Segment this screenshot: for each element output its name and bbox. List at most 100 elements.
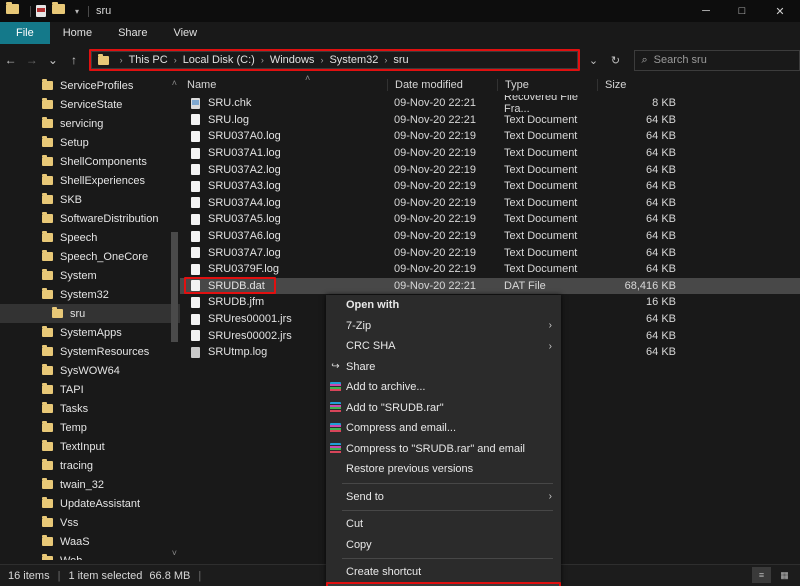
sidebar-item-textinput[interactable]: TextInput xyxy=(0,437,180,456)
column-header-name[interactable]: Name ˄ xyxy=(180,79,387,91)
path-dropdown-icon[interactable]: ⌄ xyxy=(582,48,604,72)
context-menu-item-add-to-srudb-rar[interactable]: Add to "SRUDB.rar" xyxy=(326,398,561,419)
view-large-icons-button[interactable]: ▦ xyxy=(775,567,794,583)
table-row[interactable]: SRU037A1.log09-Nov-20 22:19Text Document… xyxy=(180,145,800,162)
tab-view[interactable]: View xyxy=(160,22,210,44)
view-details-button[interactable]: ≡ xyxy=(752,567,771,583)
sidebar-item-systemresources[interactable]: SystemResources xyxy=(0,342,180,361)
file-date-cell: 09-Nov-20 22:21 xyxy=(387,280,497,292)
quick-access-chevron-down-icon[interactable]: ▾ xyxy=(75,7,79,16)
context-menu-item-cut[interactable]: Cut xyxy=(326,514,561,535)
tab-home[interactable]: Home xyxy=(50,22,105,44)
sidebar-item-twain-32[interactable]: twain_32 xyxy=(0,475,180,494)
sidebar-item-serviceprofiles[interactable]: ServiceProfiles xyxy=(0,76,180,95)
search-input[interactable]: ⌕ Search sru xyxy=(634,50,800,71)
breadcrumb[interactable]: › This PC › Local Disk (C:) › Windows › … xyxy=(91,51,579,69)
sidebar-scroll-up-icon[interactable]: ˄ xyxy=(172,78,177,88)
sidebar-item-speech-onecore[interactable]: Speech_OneCore xyxy=(0,247,180,266)
context-menu-item-share[interactable]: ↪Share xyxy=(326,357,561,378)
sidebar-item-vss[interactable]: Vss xyxy=(0,513,180,532)
table-row[interactable]: SRU037A0.log09-Nov-20 22:19Text Document… xyxy=(180,128,800,145)
sidebar-item-skb[interactable]: SKB xyxy=(0,190,180,209)
file-icon xyxy=(191,181,200,192)
table-row[interactable]: SRU0379F.log09-Nov-20 22:19Text Document… xyxy=(180,261,800,278)
sidebar-item-sru[interactable]: sru xyxy=(0,304,180,323)
context-menu-item-open-with[interactable]: Open with xyxy=(326,295,561,316)
sidebar-item-servicing[interactable]: servicing xyxy=(0,114,180,133)
sidebar-scroll-down-icon[interactable]: ˅ xyxy=(172,548,177,558)
context-menu-item-delete[interactable]: Delete xyxy=(326,583,561,586)
recent-locations-button[interactable]: ⌄ xyxy=(42,48,63,72)
context-menu[interactable]: Open with7-Zip›CRC SHA›↪Share Add to arch… xyxy=(326,295,561,586)
sidebar-item-tapi[interactable]: TAPI xyxy=(0,380,180,399)
table-row[interactable]: SRU037A3.log09-Nov-20 22:19Text Document… xyxy=(180,178,800,195)
sidebar-scrollbar-thumb[interactable] xyxy=(171,232,178,342)
context-menu-item-copy[interactable]: Copy xyxy=(326,535,561,556)
sidebar-item-systemapps[interactable]: SystemApps xyxy=(0,323,180,342)
table-row[interactable]: SRU037A2.log09-Nov-20 22:19Text Document… xyxy=(180,161,800,178)
context-menu-item-compress-to-srudb-rar-and-email[interactable]: Compress to "SRUDB.rar" and email xyxy=(326,439,561,460)
file-name-cell: SRU.chk xyxy=(180,97,387,109)
context-menu-item-crc-sha[interactable]: CRC SHA› xyxy=(326,336,561,357)
context-menu-item-create-shortcut[interactable]: Create shortcut xyxy=(326,562,561,583)
minimize-button[interactable]: ─ xyxy=(688,0,724,22)
title-divider xyxy=(88,6,89,17)
table-row[interactable]: SRU.chk09-Nov-20 22:21Recovered File Fra… xyxy=(180,95,800,112)
context-menu-item-label: CRC SHA xyxy=(346,340,396,352)
back-button[interactable]: ← xyxy=(0,48,21,72)
breadcrumb-sru[interactable]: sru xyxy=(393,54,408,66)
column-header-type[interactable]: Type xyxy=(497,79,597,91)
breadcrumb-system32[interactable]: System32 xyxy=(329,54,378,66)
maximize-button[interactable]: □ xyxy=(724,0,760,22)
sidebar-item-updateassistant[interactable]: UpdateAssistant xyxy=(0,494,180,513)
context-menu-item-7-zip[interactable]: 7-Zip› xyxy=(326,316,561,337)
sidebar-item-system[interactable]: System xyxy=(0,266,180,285)
breadcrumb-windows[interactable]: Windows xyxy=(270,54,315,66)
up-button[interactable]: ↑ xyxy=(63,48,84,72)
context-menu-item-restore-previous-versions[interactable]: Restore previous versions xyxy=(326,459,561,480)
breadcrumb-local-disk[interactable]: Local Disk (C:) xyxy=(183,54,255,66)
context-menu-item-add-to-archive[interactable]: Add to archive... xyxy=(326,377,561,398)
forward-button[interactable]: → xyxy=(21,48,42,72)
sidebar-item-waas[interactable]: WaaS xyxy=(0,532,180,551)
context-menu-item-label: Add to archive... xyxy=(346,381,426,393)
file-name: SRUDB.jfm xyxy=(208,296,264,308)
file-name-cell: SRU037A5.log xyxy=(180,213,387,225)
folder-icon xyxy=(42,119,53,128)
sidebar-item-label: Setup xyxy=(60,137,89,149)
folder-icon xyxy=(42,100,53,109)
navigation-tree[interactable]: ˄ ˅ ServiceProfilesServiceStateservicing… xyxy=(0,76,180,560)
table-row[interactable]: SRU037A5.log09-Nov-20 22:19Text Document… xyxy=(180,211,800,228)
sidebar-item-tracing[interactable]: tracing xyxy=(0,456,180,475)
table-row[interactable]: SRU037A4.log09-Nov-20 22:19Text Document… xyxy=(180,195,800,212)
sidebar-item-softwaredistribution[interactable]: SoftwareDistribution xyxy=(0,209,180,228)
column-header-size[interactable]: Size xyxy=(597,79,687,91)
file-name-cell: SRU037A6.log xyxy=(180,230,387,242)
context-menu-item-compress-and-email[interactable]: Compress and email... xyxy=(326,418,561,439)
sidebar-item-web[interactable]: Web xyxy=(0,551,180,560)
sidebar-item-setup[interactable]: Setup xyxy=(0,133,180,152)
context-menu-item-send-to[interactable]: Send to› xyxy=(326,487,561,508)
breadcrumb-this-pc[interactable]: This PC xyxy=(129,54,168,66)
folder-icon xyxy=(42,461,53,470)
sidebar-item-temp[interactable]: Temp xyxy=(0,418,180,437)
sidebar-item-servicestate[interactable]: ServiceState xyxy=(0,95,180,114)
tab-share[interactable]: Share xyxy=(105,22,160,44)
sidebar-item-speech[interactable]: Speech xyxy=(0,228,180,247)
sidebar-item-shellcomponents[interactable]: ShellComponents xyxy=(0,152,180,171)
table-row[interactable]: SRU037A6.log09-Nov-20 22:19Text Document… xyxy=(180,228,800,245)
tab-file[interactable]: File xyxy=(0,22,50,44)
sidebar-item-syswow64[interactable]: SysWOW64 xyxy=(0,361,180,380)
table-row[interactable]: SRU037A7.log09-Nov-20 22:19Text Document… xyxy=(180,244,800,261)
close-button[interactable]: ✕ xyxy=(760,0,800,22)
table-row[interactable]: SRUDB.dat09-Nov-20 22:21DAT File68,416 K… xyxy=(180,278,800,295)
properties-icon[interactable] xyxy=(36,5,46,17)
table-row[interactable]: SRU.log09-Nov-20 22:21Text Document64 KB xyxy=(180,112,800,129)
column-header-date-modified[interactable]: Date modified xyxy=(387,79,497,91)
sidebar-item-shellexperiences[interactable]: ShellExperiences xyxy=(0,171,180,190)
refresh-icon[interactable]: ↻ xyxy=(604,48,626,72)
new-folder-icon[interactable] xyxy=(52,4,66,18)
sidebar-item-tasks[interactable]: Tasks xyxy=(0,399,180,418)
quick-access-folder-icon[interactable] xyxy=(6,4,20,18)
sidebar-item-system32[interactable]: System32 xyxy=(0,285,180,304)
